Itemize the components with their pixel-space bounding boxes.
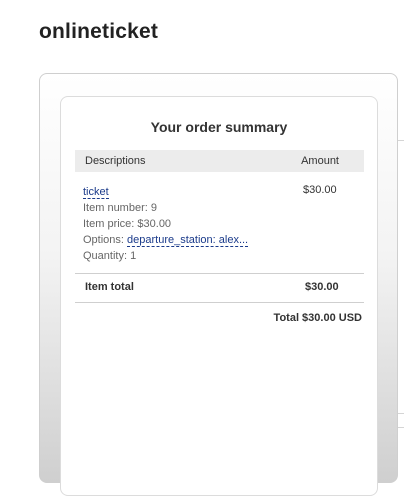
summary-table-header: Descriptions Amount (75, 150, 364, 172)
item-total-value: $30.00 (305, 281, 339, 293)
divider (75, 273, 364, 274)
column-amount: Amount (301, 155, 339, 167)
grand-total: Total $30.00 USD (273, 312, 362, 324)
column-descriptions: Descriptions (85, 155, 146, 167)
order-item: ticket Item number: 9 Item price: $30.00… (83, 184, 353, 264)
item-number: Item number: 9 (83, 202, 157, 214)
item-amount: $30.00 (303, 184, 337, 196)
item-price: Item price: $30.00 (83, 218, 172, 230)
item-options-label: Options: (83, 234, 124, 246)
edge-mark (398, 427, 404, 428)
checkout-panel: Your order summary Descriptions Amount t… (39, 73, 398, 496)
divider (75, 302, 364, 303)
order-summary-card: Your order summary Descriptions Amount t… (60, 96, 378, 496)
item-options: Options: departure_station: alex... (83, 232, 353, 248)
item-name-link[interactable]: ticket (83, 186, 109, 199)
item-options-link[interactable]: departure_station: alex... (127, 234, 249, 247)
brand-title: onlineticket (39, 20, 159, 43)
item-quantity: Quantity: 1 (83, 250, 137, 262)
order-summary-title: Your order summary (150, 119, 288, 135)
item-total-label: Item total (85, 281, 134, 293)
edge-mark (398, 140, 404, 141)
edge-mark (398, 413, 404, 414)
